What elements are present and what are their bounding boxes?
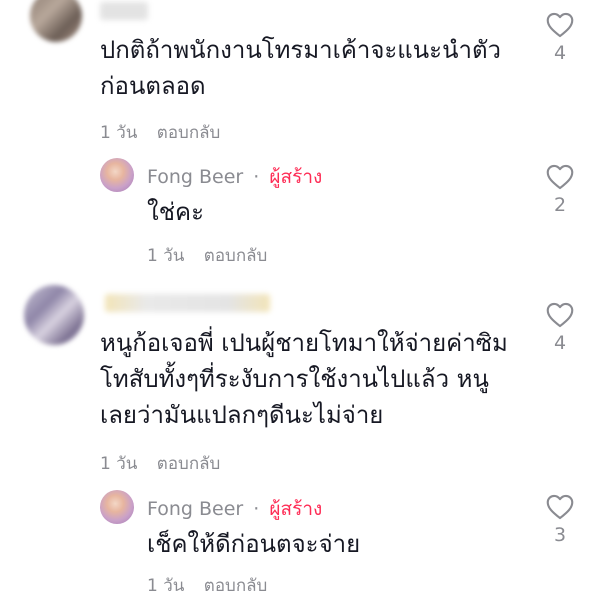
reply-text: ใช่คะ <box>147 194 527 230</box>
comment-2: หนูก้อเจอพี่ เปนผู้ชายโทมาให้จ่ายค่าซิม … <box>0 280 600 480</box>
author-name[interactable]: Fong Beer <box>147 498 243 520</box>
like-count: 3 <box>553 524 567 546</box>
reply-1: Fong Beer · ผู้สร้าง ใช่คะ 1 วัน ตอบกลับ… <box>0 150 600 275</box>
reply-author-line: Fong Beer · ผู้สร้าง <box>147 162 322 192</box>
heart-outline-icon <box>546 494 574 520</box>
comment-text-line: เลยว่ามันแปลกๆดีนะไม่จ่าย <box>100 401 384 429</box>
like-count: 4 <box>553 332 567 354</box>
comment-time: 1 วัน <box>147 576 185 591</box>
heart-outline-icon <box>546 12 574 38</box>
comment-1: ปกติถ้าพนักงานโทรมาเค้าจะแนะนำตัว ก่อนตล… <box>0 0 600 150</box>
comment-meta: 1 วัน ตอบกลับ <box>100 119 234 146</box>
like-button[interactable]: 2 <box>540 164 580 216</box>
reply-button[interactable]: ตอบกลับ <box>204 246 268 266</box>
comment-text-line: โทสับทั้งๆที่ระงับการใช้งานไปแล้ว หนู <box>100 365 489 393</box>
comment-time: 1 วัน <box>100 123 138 143</box>
creator-badge: ผู้สร้าง <box>269 166 323 188</box>
comment-text: ปกติถ้าพนักงานโทรมาเค้าจะแนะนำตัว ก่อนตล… <box>100 32 530 104</box>
comment-text-line: หนูก้อเจอพี่ เปนผู้ชายโทมาให้จ่ายค่าซิม <box>100 329 508 357</box>
avatar[interactable] <box>24 285 84 345</box>
reply-2: Fong Beer · ผู้สร้าง เช็คให้ดีก่อนตจะจ่า… <box>0 480 600 591</box>
avatar[interactable] <box>30 0 82 42</box>
comment-text-line: ปกติถ้าพนักงานโทรมาเค้าจะแนะนำตัว <box>100 36 502 64</box>
heart-outline-icon <box>546 164 574 190</box>
separator: · <box>253 166 260 188</box>
reply-button[interactable]: ตอบกลับ <box>204 576 268 591</box>
like-button[interactable]: 4 <box>540 302 580 354</box>
like-button[interactable]: 3 <box>540 494 580 546</box>
comment-text: หนูก้อเจอพี่ เปนผู้ชายโทมาให้จ่ายค่าซิม … <box>100 325 540 433</box>
like-count: 4 <box>553 42 567 64</box>
username-blurred[interactable] <box>105 294 270 312</box>
reply-button[interactable]: ตอบกลับ <box>157 123 221 143</box>
comment-text-line: ก่อนตลอด <box>100 72 206 100</box>
reply-meta: 1 วัน ตอบกลับ <box>147 572 281 591</box>
creator-badge: ผู้สร้าง <box>269 498 323 520</box>
comment-time: 1 วัน <box>100 454 138 474</box>
reply-text-line: ใช่คะ <box>147 198 204 226</box>
reply-button[interactable]: ตอบกลับ <box>157 454 221 474</box>
comment-meta: 1 วัน ตอบกลับ <box>100 450 234 477</box>
author-name[interactable]: Fong Beer <box>147 166 243 188</box>
comment-time: 1 วัน <box>147 246 185 266</box>
username-blurred[interactable] <box>100 2 148 20</box>
reply-author-line: Fong Beer · ผู้สร้าง <box>147 494 322 524</box>
like-button[interactable]: 4 <box>540 12 580 64</box>
reply-meta: 1 วัน ตอบกลับ <box>147 242 281 269</box>
separator: · <box>253 498 260 520</box>
reply-text: เช็คให้ดีก่อนตจะจ่าย <box>147 526 527 562</box>
avatar[interactable] <box>100 490 134 524</box>
heart-outline-icon <box>546 302 574 328</box>
reply-text-line: เช็คให้ดีก่อนตจะจ่าย <box>147 530 361 558</box>
like-count: 2 <box>553 194 567 216</box>
avatar[interactable] <box>100 158 134 192</box>
